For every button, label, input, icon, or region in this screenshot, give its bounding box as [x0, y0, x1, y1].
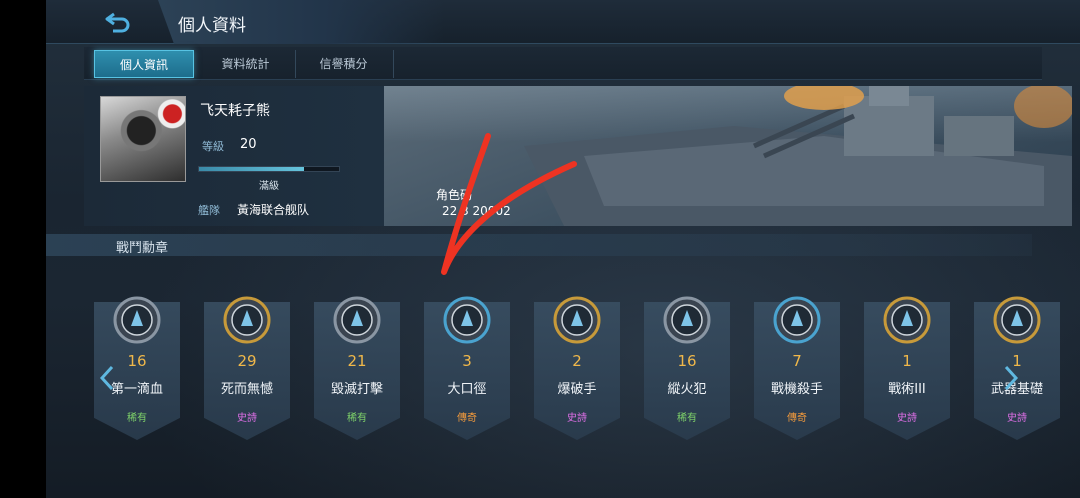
medal-card[interactable]: 21 毀滅打擊稀有 [314, 282, 400, 440]
medal-rarity: 稀有 [677, 413, 697, 424]
medal-rarity: 史詩 [237, 413, 257, 424]
medal-icon [883, 296, 931, 344]
medal-icon [663, 296, 711, 344]
medal-card[interactable]: 29 死而無憾史詩 [204, 282, 290, 440]
medal-name: 死而無憾 [220, 382, 273, 397]
medal-name: 戰術III [888, 382, 926, 397]
medal-name: 毀滅打擊 [330, 382, 383, 397]
scroll-right-icon[interactable] [1002, 364, 1020, 392]
medal-rarity: 史詩 [1007, 413, 1027, 424]
scroll-left-icon[interactable] [98, 364, 116, 392]
tab-bar: 個人資訊 資料統計 信譽積分 [84, 47, 1042, 80]
fleet-name[interactable]: 黃海联合舰队 [237, 201, 309, 218]
header-bar: 個人資料 [46, 0, 1080, 44]
level-value: 20 [240, 137, 257, 152]
medal-rarity: 史詩 [897, 413, 917, 424]
medal-list: 16 第一滴血 稀有 29 死而無憾 史詩 21 毀滅打擊 稀有 3 大口徑 傳奇 2 爆破手 史詩 16 縱火… [94, 282, 1060, 452]
medals-section-title: 戰鬥勳章 [116, 241, 169, 256]
medal-rarity: 稀有 [127, 413, 147, 424]
tab-credit-score[interactable]: 信譽積分 [294, 50, 394, 78]
medal-card[interactable]: 2 爆破手史詩 [534, 282, 620, 440]
medal-icon [223, 296, 271, 344]
tab-personal-info[interactable]: 個人資訊 [94, 50, 194, 78]
medal-rarity: 史詩 [567, 413, 587, 424]
medal-name: 大口徑 [447, 382, 487, 397]
fleet-label: 艦隊 [198, 204, 220, 217]
medal-icon [333, 296, 381, 344]
medal-icon [773, 296, 821, 344]
medal-card[interactable]: 3 大口徑傳奇 [424, 282, 510, 440]
medal-count: 1 [902, 352, 912, 370]
player-name: 飞天耗子熊 [200, 103, 270, 119]
medal-name: 戰機殺手 [770, 382, 823, 397]
avatar[interactable] [100, 96, 186, 182]
game-screen: 個人資料 個人資訊 資料統計 信譽積分 飞天耗子熊 等級 20 滿級 艦隊 黃海… [46, 0, 1080, 498]
medal-card[interactable]: 16 第一滴血 稀有 [94, 282, 180, 440]
medal-count: 21 [347, 352, 367, 370]
page-title: 個人資料 [178, 16, 246, 36]
profile-banner: 飞天耗子熊 等級 20 滿級 艦隊 黃海联合舰队 角色码 22 3 20002 [84, 86, 1072, 226]
back-button[interactable] [46, 0, 146, 44]
medal-card[interactable]: 16 縱火犯稀有 [644, 282, 730, 440]
medal-rarity: 傳奇 [787, 413, 807, 424]
exp-status-text: 滿級 [259, 181, 279, 192]
battleship-illustration [524, 86, 1072, 226]
medal-count: 29 [237, 352, 257, 370]
medal-count: 16 [677, 352, 697, 370]
medal-card[interactable]: 1 戰術III 史詩 [864, 282, 950, 440]
role-id-value: 22 3 20002 [442, 204, 511, 218]
medal-icon [993, 296, 1041, 344]
medal-card[interactable]: 1 武器基礎 史詩 [974, 282, 1060, 440]
medals-section-header: 戰鬥勳章 [46, 234, 1032, 256]
medal-name: 縱火犯 [667, 382, 707, 397]
medal-count: 2 [572, 352, 582, 370]
exp-bar-fill [199, 167, 304, 171]
medal-rarity: 稀有 [347, 413, 367, 424]
medal-name: 爆破手 [557, 382, 597, 397]
medal-rarity: 傳奇 [457, 413, 477, 424]
level-label: 等級 [202, 140, 224, 153]
back-arrow-icon [105, 12, 130, 33]
medal-icon [113, 296, 161, 344]
medal-icon [553, 296, 601, 344]
role-id-label: 角色码 [436, 188, 473, 202]
medal-card[interactable]: 7 戰機殺手傳奇 [754, 282, 840, 440]
tab-statistics[interactable]: 資料統計 [196, 50, 296, 78]
medal-count: 7 [792, 352, 802, 370]
medal-icon [443, 296, 491, 344]
exp-bar [198, 166, 340, 172]
medal-count: 3 [462, 352, 472, 370]
